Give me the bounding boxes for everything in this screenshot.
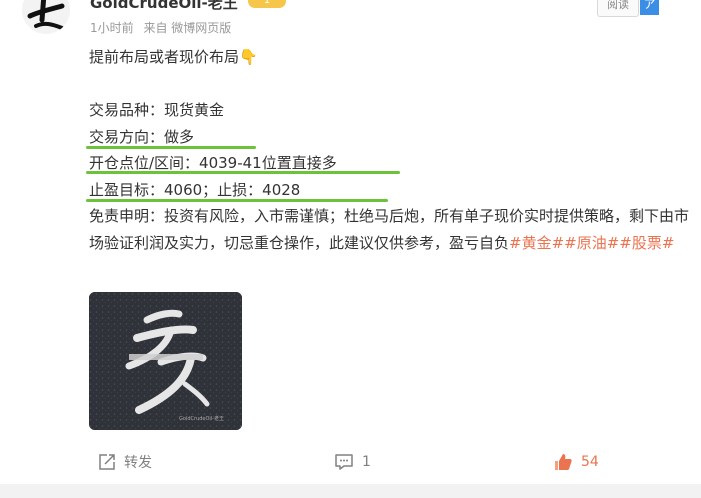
post-time[interactable]: 1小时前 xyxy=(90,21,134,35)
post-content: 提前布局或者现价布局👇 交易品种：现货黄金 交易方向：做多 开仓点位/区间：40… xyxy=(89,44,689,256)
post-line-1: 提前布局或者现价布局👇 xyxy=(89,48,258,66)
pointing-down-emoji: 👇 xyxy=(239,48,258,66)
side-tab[interactable]: ア xyxy=(640,0,659,15)
post-image[interactable]: GoldCrudeOil-老王 xyxy=(89,292,242,430)
image-watermark: GoldCrudeOil-老王 xyxy=(179,415,224,422)
highlight-underline xyxy=(86,146,256,149)
comment-icon xyxy=(335,454,353,470)
comment-button[interactable]: 1 xyxy=(334,447,371,477)
highlight-underline xyxy=(86,171,400,174)
read-button[interactable]: 阅读 xyxy=(597,0,639,17)
repost-icon xyxy=(99,454,115,470)
footer-fade-overlay xyxy=(598,448,701,478)
vip-badge: 1 xyxy=(248,0,286,8)
post-source: 来自 微博网页版 xyxy=(143,21,232,35)
post-disclaimer: 免责申明：投资有风险，入市需谨慎；杜绝马后炮，所有单子现价实时提供策略，剩下由市… xyxy=(89,207,690,252)
hashtag-gold[interactable]: #黄金# xyxy=(509,234,564,252)
user-avatar[interactable] xyxy=(22,0,70,34)
highlight-underline xyxy=(86,199,388,202)
thumbs-up-icon xyxy=(555,454,572,470)
weibo-post-card: GoldCrudeOil-老王 1 1小时前 来自 微博网页版 阅读 ア 提前布… xyxy=(0,0,701,498)
username[interactable]: GoldCrudeOil-老王 xyxy=(90,0,238,13)
post-meta: 1小时前 来自 微博网页版 xyxy=(90,19,237,36)
like-count: 54 xyxy=(581,454,599,470)
repost-label: 转发 xyxy=(124,455,152,471)
post-footer: 转发 1 54 xyxy=(0,447,701,477)
feed-divider xyxy=(0,484,701,498)
post-variety: 交易品种：现货黄金 xyxy=(89,101,225,119)
repost-button[interactable]: 转发 xyxy=(98,447,152,477)
comment-count: 1 xyxy=(362,454,371,470)
like-button[interactable]: 54 xyxy=(553,447,599,477)
hashtag-stocks[interactable]: #股票# xyxy=(619,234,674,252)
hashtag-crude-oil[interactable]: #原油# xyxy=(564,234,619,252)
